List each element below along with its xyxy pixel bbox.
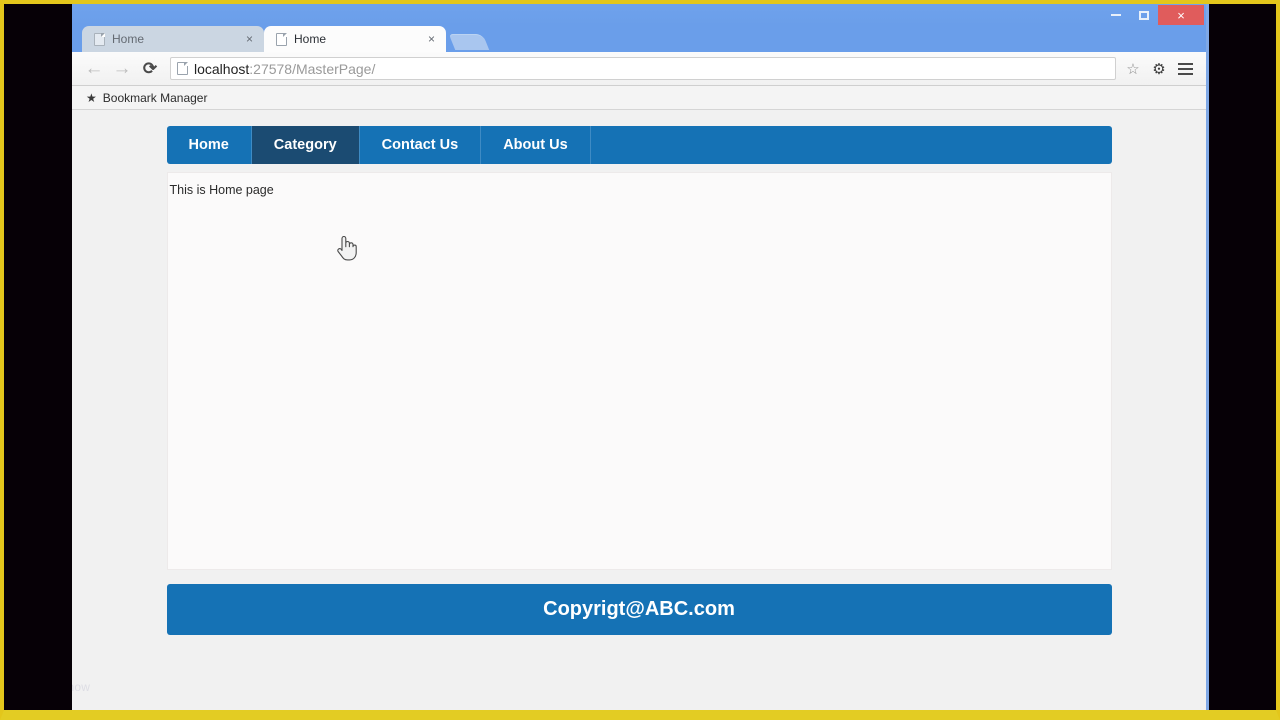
- video-frame: × Home × Home × ← → ⟳ localhost:27578/Ma…: [0, 0, 1280, 720]
- url-host: localhost: [194, 60, 250, 77]
- gear-icon[interactable]: ⚙: [1146, 56, 1172, 82]
- bookmark-star-icon[interactable]: ☆: [1120, 56, 1146, 82]
- content-text: This is Home page: [169, 183, 274, 197]
- nav-item-about-us[interactable]: About Us: [481, 126, 591, 164]
- minimize-button[interactable]: [1102, 6, 1130, 25]
- bookmarks-bar: ★ Bookmark Manager: [72, 86, 1206, 110]
- window-controls: ×: [1102, 5, 1204, 25]
- close-button[interactable]: ×: [1158, 5, 1204, 25]
- url-text: localhost:27578/MasterPage/: [194, 61, 375, 77]
- tab-title: Home: [112, 32, 145, 46]
- browser-tab-1[interactable]: Home ×: [82, 26, 264, 52]
- browser-toolbar: ← → ⟳ localhost:27578/MasterPage/ ☆ ⚙: [72, 52, 1206, 86]
- star-icon: ★: [86, 90, 97, 105]
- hamburger-icon: [1177, 62, 1193, 75]
- nav-item-home[interactable]: Home: [167, 126, 252, 164]
- page-container: Home Category Contact Us About Us This i…: [166, 126, 1112, 635]
- menu-button[interactable]: [1172, 56, 1198, 82]
- nav-item-category[interactable]: Category: [251, 126, 360, 164]
- bookmark-manager-item[interactable]: ★ Bookmark Manager: [80, 89, 213, 107]
- content-panel: This is Home page: [166, 172, 1112, 570]
- title-bar: ×: [72, 4, 1206, 26]
- url-path: :27578/MasterPage/: [249, 60, 376, 77]
- tab-close-icon[interactable]: ×: [243, 32, 256, 46]
- forward-button[interactable]: →: [108, 55, 136, 83]
- back-button[interactable]: ←: [80, 55, 108, 83]
- browser-window: × Home × Home × ← → ⟳ localhost:27578/Ma…: [72, 4, 1209, 710]
- page-info-icon: [177, 62, 188, 75]
- tab-title: Home: [294, 32, 327, 46]
- minimize-icon: [1111, 14, 1121, 16]
- new-tab-button[interactable]: [448, 34, 490, 50]
- tab-strip: Home × Home ×: [72, 26, 1206, 52]
- address-bar[interactable]: localhost:27578/MasterPage/: [170, 57, 1116, 80]
- maximize-icon: [1139, 10, 1149, 20]
- video-watermark: www.how: [72, 680, 91, 694]
- page-favicon-icon: [276, 32, 287, 46]
- page-viewport: Home Category Contact Us About Us This i…: [72, 110, 1206, 710]
- maximize-button[interactable]: [1130, 6, 1158, 25]
- close-icon: ×: [1177, 7, 1185, 23]
- tab-close-icon[interactable]: ×: [425, 32, 438, 46]
- site-footer: Copyrigt@ABC.com: [166, 584, 1112, 635]
- nav-item-contact-us[interactable]: Contact Us: [360, 126, 482, 164]
- reload-button[interactable]: ⟳: [136, 55, 164, 83]
- browser-tab-2[interactable]: Home ×: [264, 26, 446, 52]
- page-favicon-icon: [94, 32, 105, 46]
- bookmark-label: Bookmark Manager: [102, 90, 208, 105]
- site-nav-menu: Home Category Contact Us About Us: [166, 126, 1112, 164]
- footer-text: Copyrigt@ABC.com: [543, 598, 735, 620]
